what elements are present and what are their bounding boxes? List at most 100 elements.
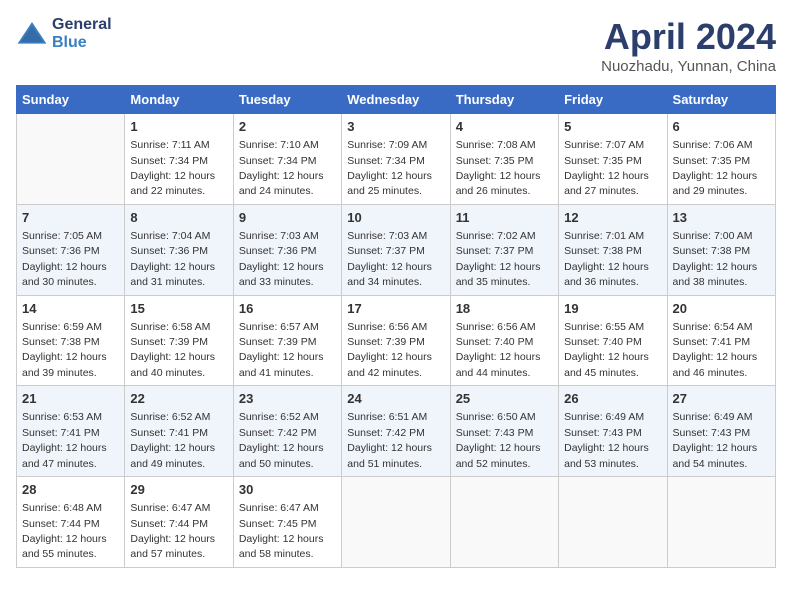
day-number: 27 xyxy=(673,390,770,408)
calendar-cell: 19 Sunrise: 6:55 AM Sunset: 7:40 PM Dayl… xyxy=(559,295,667,386)
calendar-cell: 30 Sunrise: 6:47 AM Sunset: 7:45 PM Dayl… xyxy=(233,477,341,568)
day-number: 9 xyxy=(239,209,336,227)
cell-sunrise: Sunrise: 6:56 AM xyxy=(347,321,427,333)
day-number: 13 xyxy=(673,209,770,227)
cell-sunset: Sunset: 7:40 PM xyxy=(456,336,534,348)
cell-sunrise: Sunrise: 6:52 AM xyxy=(130,411,210,423)
cell-daylight: Daylight: 12 hours and 46 minutes. xyxy=(673,351,758,378)
day-number: 12 xyxy=(564,209,661,227)
cell-sunrise: Sunrise: 6:56 AM xyxy=(456,321,536,333)
cell-sunrise: Sunrise: 6:58 AM xyxy=(130,321,210,333)
cell-sunset: Sunset: 7:34 PM xyxy=(130,155,208,167)
header: General Blue April 2024 Nuozhadu, Yunnan… xyxy=(16,16,776,75)
calendar-cell: 29 Sunrise: 6:47 AM Sunset: 7:44 PM Dayl… xyxy=(125,477,233,568)
cell-sunrise: Sunrise: 6:54 AM xyxy=(673,321,753,333)
day-number: 30 xyxy=(239,481,336,499)
day-number: 15 xyxy=(130,300,227,318)
calendar-week-row: 7 Sunrise: 7:05 AM Sunset: 7:36 PM Dayli… xyxy=(17,204,776,295)
weekday-header: Sunday xyxy=(17,86,125,114)
calendar-body: 1 Sunrise: 7:11 AM Sunset: 7:34 PM Dayli… xyxy=(17,114,776,568)
day-number: 5 xyxy=(564,118,661,136)
cell-sunrise: Sunrise: 7:11 AM xyxy=(130,139,209,151)
day-number: 28 xyxy=(22,481,119,499)
calendar-cell: 1 Sunrise: 7:11 AM Sunset: 7:34 PM Dayli… xyxy=(125,114,233,205)
cell-sunrise: Sunrise: 7:07 AM xyxy=(564,139,644,151)
cell-daylight: Daylight: 12 hours and 51 minutes. xyxy=(347,442,432,469)
cell-sunset: Sunset: 7:35 PM xyxy=(456,155,534,167)
calendar-cell: 13 Sunrise: 7:00 AM Sunset: 7:38 PM Dayl… xyxy=(667,204,775,295)
cell-sunrise: Sunrise: 6:48 AM xyxy=(22,502,102,514)
cell-sunrise: Sunrise: 6:59 AM xyxy=(22,321,102,333)
calendar-cell: 3 Sunrise: 7:09 AM Sunset: 7:34 PM Dayli… xyxy=(342,114,450,205)
cell-sunset: Sunset: 7:44 PM xyxy=(130,518,208,530)
cell-sunrise: Sunrise: 6:51 AM xyxy=(347,411,427,423)
day-number: 18 xyxy=(456,300,553,318)
subtitle: Nuozhadu, Yunnan, China xyxy=(601,58,776,75)
calendar-week-row: 28 Sunrise: 6:48 AM Sunset: 7:44 PM Dayl… xyxy=(17,477,776,568)
cell-sunrise: Sunrise: 7:03 AM xyxy=(347,230,427,242)
calendar-cell: 10 Sunrise: 7:03 AM Sunset: 7:37 PM Dayl… xyxy=(342,204,450,295)
cell-daylight: Daylight: 12 hours and 22 minutes. xyxy=(130,170,215,197)
calendar-cell: 7 Sunrise: 7:05 AM Sunset: 7:36 PM Dayli… xyxy=(17,204,125,295)
weekday-header: Thursday xyxy=(450,86,558,114)
cell-sunrise: Sunrise: 7:00 AM xyxy=(673,230,753,242)
weekday-header: Friday xyxy=(559,86,667,114)
cell-sunset: Sunset: 7:41 PM xyxy=(130,427,208,439)
cell-sunrise: Sunrise: 7:03 AM xyxy=(239,230,319,242)
day-number: 6 xyxy=(673,118,770,136)
day-number: 22 xyxy=(130,390,227,408)
cell-sunrise: Sunrise: 7:01 AM xyxy=(564,230,644,242)
cell-daylight: Daylight: 12 hours and 53 minutes. xyxy=(564,442,649,469)
day-number: 8 xyxy=(130,209,227,227)
weekday-header: Monday xyxy=(125,86,233,114)
calendar-cell: 2 Sunrise: 7:10 AM Sunset: 7:34 PM Dayli… xyxy=(233,114,341,205)
cell-daylight: Daylight: 12 hours and 49 minutes. xyxy=(130,442,215,469)
cell-daylight: Daylight: 12 hours and 58 minutes. xyxy=(239,533,324,560)
cell-daylight: Daylight: 12 hours and 50 minutes. xyxy=(239,442,324,469)
calendar-cell: 4 Sunrise: 7:08 AM Sunset: 7:35 PM Dayli… xyxy=(450,114,558,205)
cell-daylight: Daylight: 12 hours and 24 minutes. xyxy=(239,170,324,197)
cell-daylight: Daylight: 12 hours and 47 minutes. xyxy=(22,442,107,469)
cell-sunset: Sunset: 7:34 PM xyxy=(239,155,317,167)
cell-sunset: Sunset: 7:34 PM xyxy=(347,155,425,167)
weekday-header: Saturday xyxy=(667,86,775,114)
calendar-cell: 15 Sunrise: 6:58 AM Sunset: 7:39 PM Dayl… xyxy=(125,295,233,386)
cell-sunset: Sunset: 7:43 PM xyxy=(456,427,534,439)
calendar-cell: 6 Sunrise: 7:06 AM Sunset: 7:35 PM Dayli… xyxy=(667,114,775,205)
day-number: 26 xyxy=(564,390,661,408)
day-number: 25 xyxy=(456,390,553,408)
cell-sunrise: Sunrise: 6:53 AM xyxy=(22,411,102,423)
cell-sunset: Sunset: 7:41 PM xyxy=(22,427,100,439)
cell-daylight: Daylight: 12 hours and 54 minutes. xyxy=(673,442,758,469)
day-number: 16 xyxy=(239,300,336,318)
cell-sunrise: Sunrise: 7:08 AM xyxy=(456,139,536,151)
calendar-cell xyxy=(559,477,667,568)
calendar-table: SundayMondayTuesdayWednesdayThursdayFrid… xyxy=(16,85,776,568)
calendar-cell: 23 Sunrise: 6:52 AM Sunset: 7:42 PM Dayl… xyxy=(233,386,341,477)
cell-sunset: Sunset: 7:39 PM xyxy=(239,336,317,348)
cell-daylight: Daylight: 12 hours and 29 minutes. xyxy=(673,170,758,197)
cell-sunset: Sunset: 7:38 PM xyxy=(564,245,642,257)
cell-sunset: Sunset: 7:36 PM xyxy=(239,245,317,257)
cell-sunrise: Sunrise: 7:06 AM xyxy=(673,139,753,151)
cell-sunset: Sunset: 7:38 PM xyxy=(673,245,751,257)
calendar-cell xyxy=(450,477,558,568)
month-title: April 2024 xyxy=(601,16,776,58)
cell-sunset: Sunset: 7:36 PM xyxy=(22,245,100,257)
cell-sunset: Sunset: 7:37 PM xyxy=(456,245,534,257)
day-number: 23 xyxy=(239,390,336,408)
day-number: 17 xyxy=(347,300,444,318)
calendar-cell: 11 Sunrise: 7:02 AM Sunset: 7:37 PM Dayl… xyxy=(450,204,558,295)
cell-daylight: Daylight: 12 hours and 55 minutes. xyxy=(22,533,107,560)
cell-daylight: Daylight: 12 hours and 44 minutes. xyxy=(456,351,541,378)
cell-daylight: Daylight: 12 hours and 27 minutes. xyxy=(564,170,649,197)
cell-sunrise: Sunrise: 6:55 AM xyxy=(564,321,644,333)
day-number: 7 xyxy=(22,209,119,227)
calendar-cell: 12 Sunrise: 7:01 AM Sunset: 7:38 PM Dayl… xyxy=(559,204,667,295)
calendar-cell: 8 Sunrise: 7:04 AM Sunset: 7:36 PM Dayli… xyxy=(125,204,233,295)
logo: General Blue xyxy=(16,16,112,52)
calendar-cell: 22 Sunrise: 6:52 AM Sunset: 7:41 PM Dayl… xyxy=(125,386,233,477)
cell-sunrise: Sunrise: 6:49 AM xyxy=(673,411,753,423)
calendar-week-row: 14 Sunrise: 6:59 AM Sunset: 7:38 PM Dayl… xyxy=(17,295,776,386)
cell-sunrise: Sunrise: 7:05 AM xyxy=(22,230,102,242)
